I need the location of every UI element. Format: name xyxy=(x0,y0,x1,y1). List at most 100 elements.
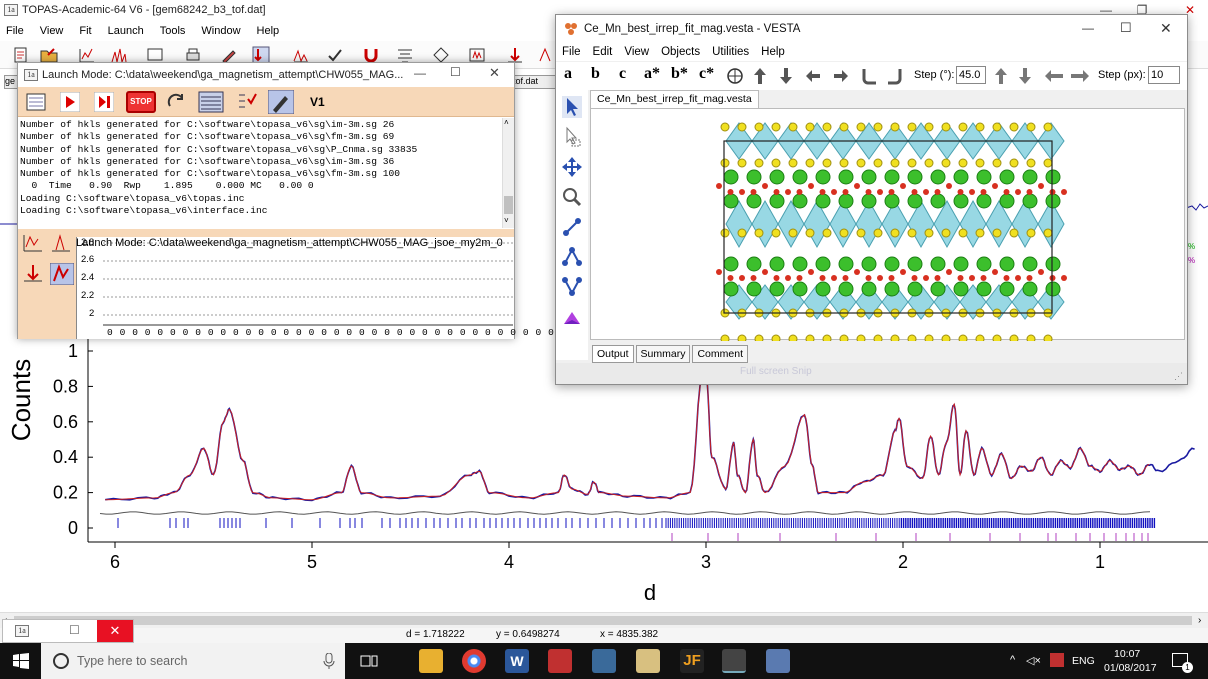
arrow-left-curve-icon[interactable] xyxy=(804,68,822,84)
v1-label[interactable]: V1 xyxy=(310,95,325,109)
file-explorer-icon[interactable] xyxy=(419,649,443,673)
task-view-icon[interactable] xyxy=(360,654,378,668)
select-arrow-icon[interactable] xyxy=(562,96,582,118)
rotate-ccw-icon[interactable] xyxy=(860,67,878,85)
plot-fit-icon[interactable] xyxy=(50,263,74,285)
brush-icon[interactable] xyxy=(268,90,294,114)
stop-button[interactable]: STOP xyxy=(126,91,156,113)
pan-left-icon[interactable] xyxy=(1044,69,1064,83)
vesta-menu-edit[interactable]: Edit xyxy=(593,46,613,58)
word-icon[interactable]: W xyxy=(505,649,529,673)
plot-chart-icon[interactable] xyxy=(22,233,44,253)
minimized-child-window[interactable]: 1a ☐ ✕ xyxy=(2,619,134,643)
app-blue-icon[interactable] xyxy=(592,649,616,673)
log-scroll-thumb[interactable] xyxy=(504,196,513,214)
menu-view[interactable]: View xyxy=(40,25,64,37)
plane-icon[interactable] xyxy=(562,308,582,330)
checklist-icon[interactable] xyxy=(236,91,258,113)
language-indicator[interactable]: ENG xyxy=(1072,655,1095,667)
zoom-down-icon[interactable] xyxy=(1018,67,1032,85)
volume-icon[interactable]: ◁× xyxy=(1026,654,1041,667)
menu-launch[interactable]: Launch xyxy=(108,25,144,37)
scroll-up-icon[interactable]: ˄ xyxy=(504,118,509,127)
mini-plot-area[interactable]: 2.8 2.6 2.4 2.2 2 0 0 0 0 0 0 0 0 0 0 0 … xyxy=(76,237,629,339)
scroll-down-icon[interactable]: ˅ xyxy=(504,216,509,225)
vesta-menu-view[interactable]: View xyxy=(624,46,649,58)
data-table-icon[interactable] xyxy=(198,91,224,113)
mini-restore-icon[interactable]: ☐ xyxy=(69,623,80,637)
vesta-menu-objects[interactable]: Objects xyxy=(661,46,700,58)
atom-yellow xyxy=(771,122,781,132)
chrome-icon[interactable] xyxy=(462,649,486,673)
distance-icon[interactable] xyxy=(562,216,582,238)
view-c-button[interactable]: c xyxy=(619,65,626,83)
step-deg-input[interactable] xyxy=(956,66,986,84)
menu-window[interactable]: Window xyxy=(201,25,240,37)
magnify-icon[interactable] xyxy=(562,186,582,208)
pan-right-icon[interactable] xyxy=(1070,69,1090,83)
rotate-globe-icon[interactable] xyxy=(726,67,744,85)
zoom-up-icon[interactable] xyxy=(994,67,1008,85)
play-icon[interactable] xyxy=(60,92,80,112)
arrow-down-icon[interactable] xyxy=(778,67,794,85)
menu-help[interactable]: Help xyxy=(257,25,280,37)
windows-start-icon[interactable] xyxy=(13,653,29,669)
vesta-taskbar-icon[interactable] xyxy=(722,649,746,673)
vesta-minimize-button[interactable]: — xyxy=(1082,21,1094,35)
menu-fit[interactable]: Fit xyxy=(79,25,91,37)
menu-tools[interactable]: Tools xyxy=(160,25,186,37)
tray-app-icon[interactable] xyxy=(1050,653,1064,667)
microphone-icon[interactable] xyxy=(323,653,335,669)
tab-comment[interactable]: Comment xyxy=(692,345,748,363)
launch-chart-icon[interactable] xyxy=(26,92,46,112)
crystal-structure-view[interactable] xyxy=(590,108,1185,344)
view-b-button[interactable]: b xyxy=(591,65,600,83)
vesta-menu-utilities[interactable]: Utilities xyxy=(712,46,749,58)
arrow-right-curve-icon[interactable] xyxy=(832,68,850,84)
dihedral-icon[interactable] xyxy=(562,276,582,298)
scroll-right-icon[interactable]: › xyxy=(1198,615,1201,626)
vesta-maximize-button[interactable]: ☐ xyxy=(1120,20,1132,36)
clock-date[interactable]: 01/08/2017 xyxy=(1104,662,1157,674)
launch-close-icon[interactable]: ✕ xyxy=(489,65,500,81)
region-select-icon[interactable] xyxy=(562,126,582,148)
vesta-menu-help[interactable]: Help xyxy=(761,46,785,58)
resize-grip-icon[interactable]: ⋰ xyxy=(1174,371,1183,382)
tab-summary[interactable]: Summary xyxy=(635,345,691,363)
step-px-input[interactable] xyxy=(1148,66,1180,84)
peak-tool-icon[interactable] xyxy=(538,46,556,64)
launch-maximize-button[interactable]: ☐ xyxy=(450,65,461,79)
atom-green xyxy=(1022,281,1038,297)
arrow-up-icon[interactable] xyxy=(752,67,768,85)
horizontal-scrollbar[interactable]: ‹ › xyxy=(0,612,1208,628)
app-jf-icon[interactable]: JF xyxy=(680,649,704,673)
clock-time[interactable]: 10:07 xyxy=(1114,648,1140,660)
scroll-thumb[interactable] xyxy=(14,616,1192,625)
plot-peak-icon[interactable] xyxy=(50,233,72,253)
app-chart-icon[interactable] xyxy=(636,649,660,673)
vesta-close-icon[interactable]: ✕ xyxy=(1160,20,1172,37)
file-tab-left[interactable]: ge xyxy=(4,75,18,89)
mini-close-icon[interactable]: ✕ xyxy=(97,620,133,642)
app-crystal-icon[interactable] xyxy=(766,649,790,673)
step-icon[interactable] xyxy=(94,92,114,112)
taskbar-search-box[interactable]: Type here to search xyxy=(41,643,345,679)
vesta-menu-file[interactable]: File xyxy=(562,46,581,58)
angle-icon[interactable] xyxy=(562,246,582,268)
view-a-star-button[interactable]: a* xyxy=(644,65,660,83)
translate-icon[interactable] xyxy=(562,156,582,178)
view-a-button[interactable]: a xyxy=(564,65,572,83)
view-c-star-button[interactable]: c* xyxy=(699,65,714,83)
view-b-star-button[interactable]: b* xyxy=(671,65,688,83)
tab-output[interactable]: Output xyxy=(592,345,634,363)
launch-minimize-button[interactable]: — xyxy=(414,66,426,80)
plot-arrow-icon[interactable] xyxy=(22,263,44,283)
vesta-file-tab[interactable]: Ce_Mn_best_irrep_fit_mag.vesta xyxy=(590,90,759,108)
launch-log-scrollbar[interactable]: ˄ ˅ xyxy=(502,118,514,228)
file-tab-right[interactable]: tof.dat xyxy=(512,75,556,89)
app-red-icon[interactable] xyxy=(548,649,572,673)
tray-chevron-icon[interactable]: ^ xyxy=(1010,654,1015,666)
rotate-cw-icon[interactable] xyxy=(886,67,904,85)
menu-file[interactable]: File xyxy=(6,25,24,37)
refresh-icon[interactable] xyxy=(166,92,188,112)
